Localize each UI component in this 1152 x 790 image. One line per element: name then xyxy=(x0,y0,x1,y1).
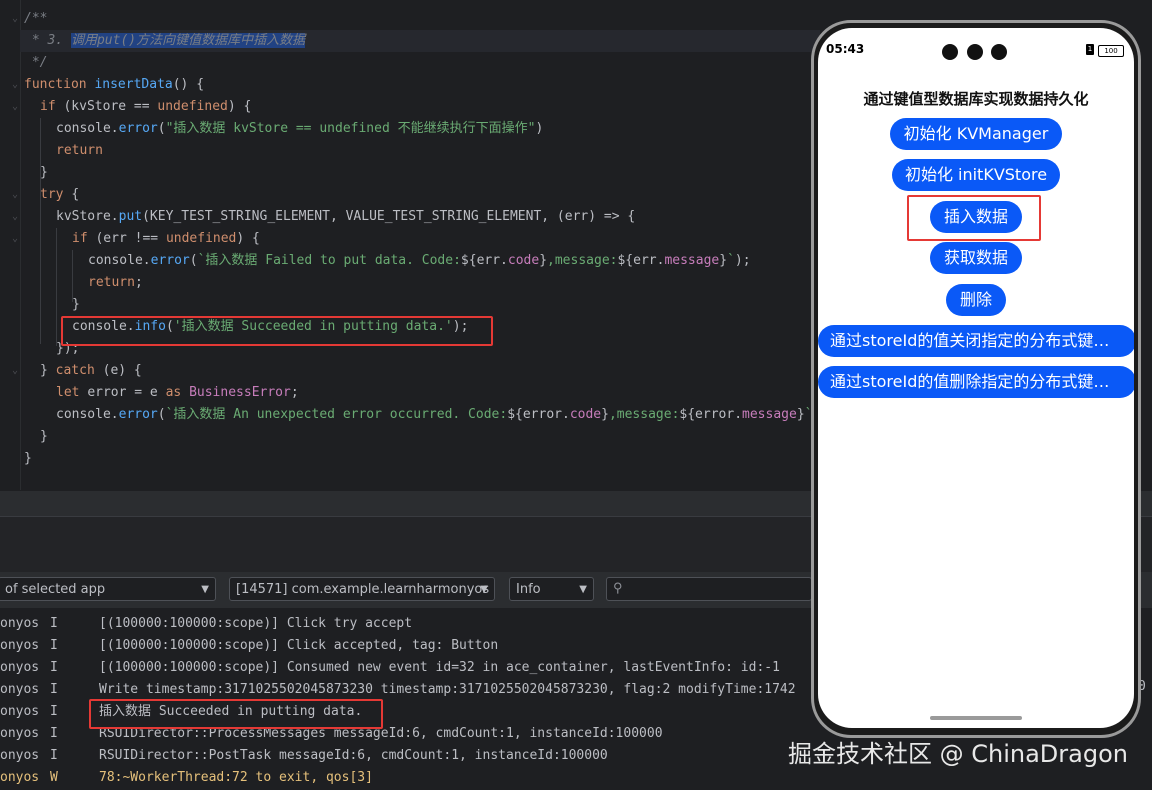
code-line[interactable]: let error = e as BusinessError; xyxy=(56,382,299,404)
code-line[interactable]: try { xyxy=(40,184,79,206)
fold-marker-icon[interactable]: ⌄ xyxy=(12,234,20,244)
fold-marker-icon[interactable]: ⌄ xyxy=(12,190,20,200)
log-search-input[interactable]: ⚲ xyxy=(606,577,812,601)
code-line[interactable]: if (kvStore == undefined) { xyxy=(40,96,251,118)
fold-marker-icon[interactable]: ⌄ xyxy=(12,14,20,24)
log-level: I xyxy=(50,660,58,675)
log-tag: onyos xyxy=(0,638,40,653)
phone-screen: 05:43 1 100 通过键值型数据库实现数据持久化 初始化 KVManage… xyxy=(818,28,1134,728)
log-row[interactable]: onyos W 78:~WorkerThread:72 to exit, qos[3… xyxy=(0,767,1152,789)
camera-icon xyxy=(991,44,1007,60)
code-line[interactable]: kvStore.put(KEY_TEST_STRING_ELEMENT, VAL… xyxy=(56,206,635,228)
home-indicator[interactable] xyxy=(930,716,1022,720)
code-line[interactable]: } xyxy=(40,162,48,184)
camera-icon xyxy=(942,44,958,60)
log-message: RSUIDirector::PostTask messageId:6, cmdC… xyxy=(99,748,608,763)
camera-icon xyxy=(967,44,983,60)
process-value: [14571] com.example.learnharmonyos xyxy=(236,582,490,597)
indent-guide xyxy=(40,118,41,344)
code-line[interactable]: return; xyxy=(88,272,143,294)
log-level: W xyxy=(50,770,58,785)
log-message: [(100000:100000:scope)] Click try accept xyxy=(99,616,413,631)
page-title: 通过键值型数据库实现数据持久化 xyxy=(863,90,1089,108)
log-level: I xyxy=(50,616,58,631)
indent-guide xyxy=(56,228,57,346)
log-level-dropdown[interactable]: Info ▼ xyxy=(509,577,594,601)
code-line[interactable]: function insertData() { xyxy=(24,74,204,96)
fold-marker-icon[interactable]: ⌄ xyxy=(12,366,20,376)
code-line[interactable]: } xyxy=(40,426,48,448)
code-line[interactable]: console.error(`插入数据 Failed to put data. … xyxy=(88,250,751,272)
log-message: [(100000:100000:scope)] Consumed new eve… xyxy=(99,660,780,675)
log-tag: onyos xyxy=(0,616,40,631)
highlight-box-log xyxy=(89,699,383,729)
fold-marker-icon[interactable]: ⌄ xyxy=(12,80,20,90)
editor-gutter[interactable] xyxy=(0,0,21,490)
code-line[interactable]: } xyxy=(72,294,80,316)
code-line[interactable]: console.error(`插入数据 An unexpected error … xyxy=(56,404,828,426)
log-message: 78:~WorkerThread:72 to exit, qos[3] xyxy=(99,770,373,785)
log-tag: onyos xyxy=(0,682,40,697)
code-line[interactable]: } catch (e) { xyxy=(40,360,142,382)
log-tag: onyos xyxy=(0,660,40,675)
delete-kvstore-button[interactable]: 通过storeId的值删除指定的分布式键值数据库 xyxy=(818,366,1134,398)
code-line[interactable]: /** xyxy=(24,8,47,30)
log-tag: onyos xyxy=(0,726,40,741)
log-level: I xyxy=(50,748,58,763)
battery-icon: 100 xyxy=(1098,45,1124,57)
log-tag: onyos xyxy=(0,770,40,785)
search-icon: ⚲ xyxy=(613,581,623,596)
log-level-value: Info xyxy=(516,582,541,597)
log-tag: onyos xyxy=(0,704,40,719)
chevron-down-icon: ▼ xyxy=(201,584,209,595)
phone-status-bar: 05:43 1 100 xyxy=(818,28,1134,68)
process-dropdown[interactable]: [14571] com.example.learnharmonyos ▼ xyxy=(229,577,495,601)
code-line[interactable]: * 3. 调用put()方法向键值数据库中插入数据 xyxy=(24,30,306,52)
chevron-down-icon: ▼ xyxy=(480,584,488,595)
status-time: 05:43 xyxy=(826,42,865,56)
get-data-button[interactable]: 获取数据 xyxy=(930,242,1022,274)
editor-scrollbar[interactable] xyxy=(1146,0,1152,490)
app-filter-value: of selected app xyxy=(5,582,106,597)
code-line[interactable]: console.error("插入数据 kvStore == undefined… xyxy=(56,118,543,140)
log-message: Write timestamp:3171025502045873230 time… xyxy=(99,682,796,697)
init-kvmanager-button[interactable]: 初始化 KVManager xyxy=(890,118,1062,150)
log-level: I xyxy=(50,726,58,741)
log-tag: onyos xyxy=(0,748,40,763)
code-line[interactable]: if (err !== undefined) { xyxy=(72,228,260,250)
chevron-down-icon: ▼ xyxy=(579,584,587,595)
fold-marker-icon[interactable]: ⌄ xyxy=(12,102,20,112)
watermark: 掘金技术社区 @ ChinaDragon xyxy=(788,740,1128,768)
highlight-box-insert-button xyxy=(907,195,1041,241)
log-message: [(100000:100000:scope)] Click accepted, … xyxy=(99,638,499,653)
code-line[interactable]: } xyxy=(24,448,32,470)
delete-button[interactable]: 删除 xyxy=(946,284,1006,316)
highlight-box-code-info xyxy=(61,316,493,346)
log-level: I xyxy=(50,638,58,653)
indent-guide xyxy=(72,250,73,302)
code-line[interactable]: */ xyxy=(24,52,48,74)
code-line[interactable]: return xyxy=(56,140,103,162)
app-filter-dropdown[interactable]: of selected app ▼ xyxy=(0,577,216,601)
fold-marker-icon[interactable]: ⌄ xyxy=(12,212,20,222)
log-level: I xyxy=(50,682,58,697)
init-kvstore-button[interactable]: 初始化 initKVStore xyxy=(892,159,1060,191)
sim-icon: 1 xyxy=(1086,44,1094,55)
log-level: I xyxy=(50,704,58,719)
close-kvstore-button[interactable]: 通过storeId的值关闭指定的分布式键值数据库 xyxy=(818,325,1134,357)
